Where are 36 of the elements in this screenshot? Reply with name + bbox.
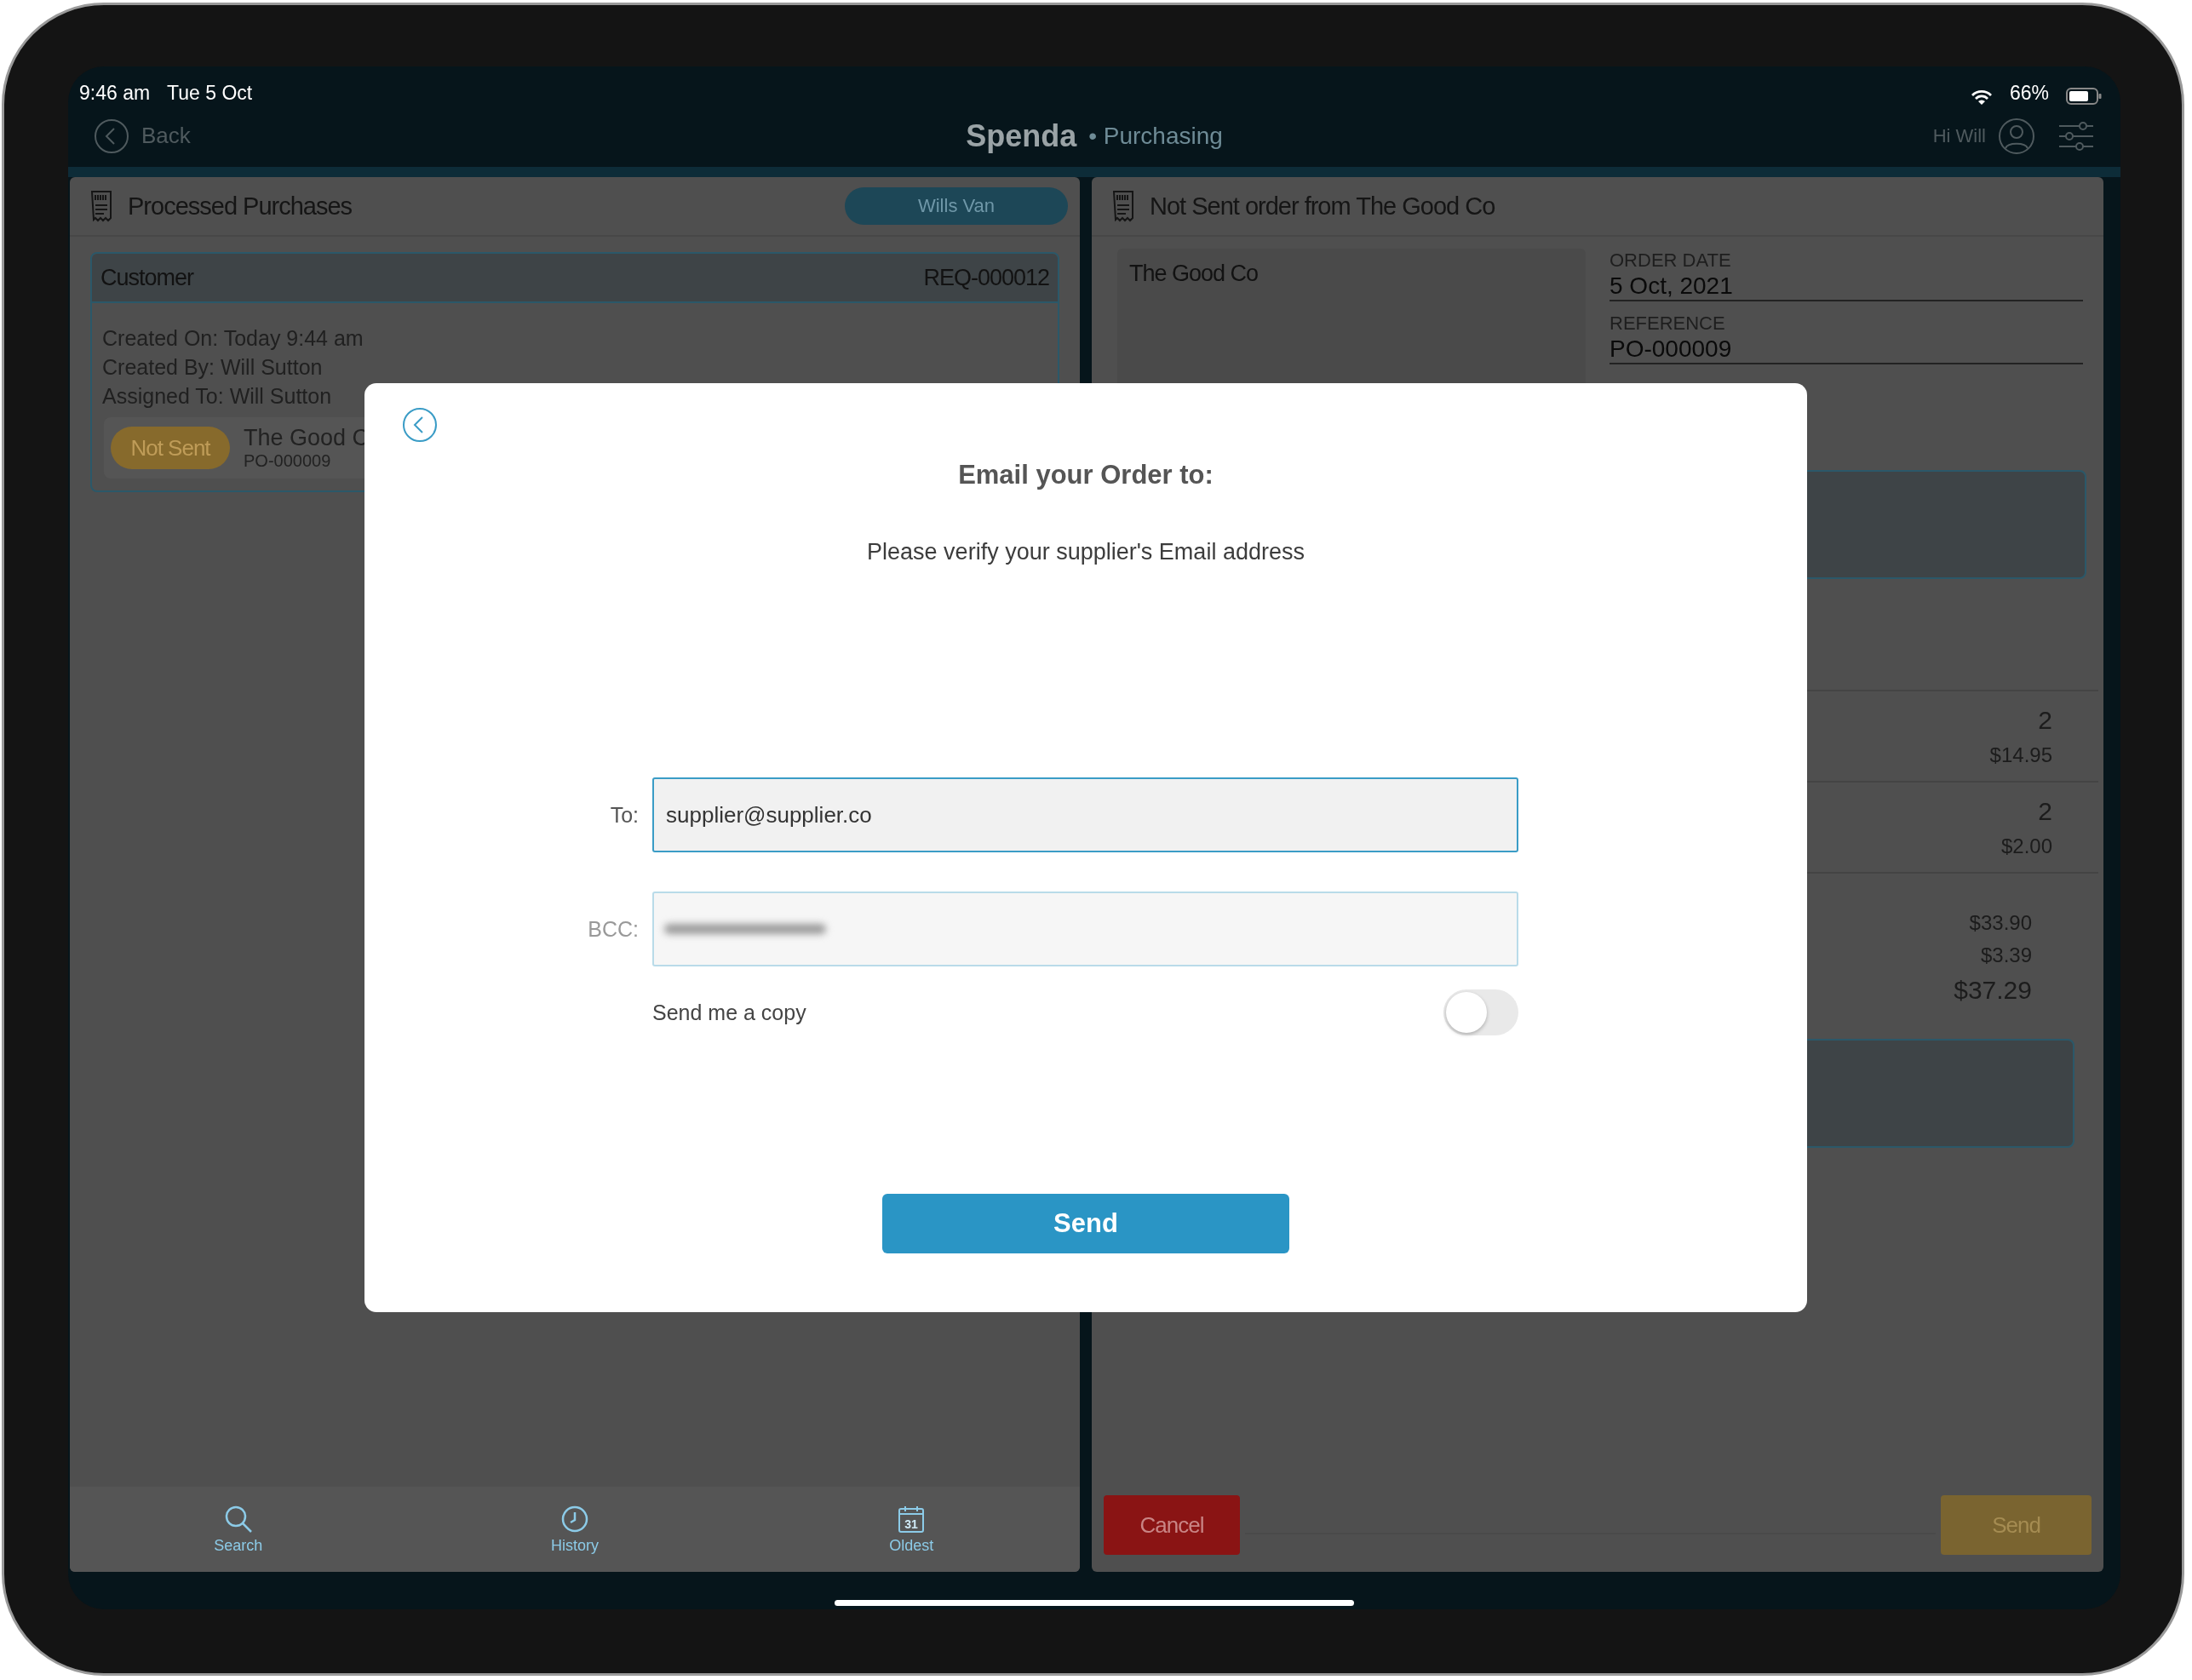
bcc-label: BCC: <box>588 916 640 942</box>
receipt-icon <box>1112 190 1134 222</box>
receipt-icon <box>90 190 112 222</box>
copy-label: Send me a copy <box>652 1000 806 1025</box>
search-icon <box>223 1504 253 1534</box>
panel-title: Processed Purchases <box>128 192 353 221</box>
back-icon[interactable] <box>94 118 129 154</box>
clock-icon <box>560 1504 589 1534</box>
back-icon <box>402 407 438 443</box>
to-field[interactable]: supplier@supplier.co <box>652 777 1518 852</box>
status-date: Tue 5 Oct <box>167 82 253 105</box>
user-icon[interactable] <box>1998 117 2035 155</box>
panel-title: Not Sent order from The Good Co <box>1150 192 1495 221</box>
greeting: Hi Will <box>1932 124 1986 147</box>
battery-percent: 66% <box>2009 82 2049 105</box>
tab-bar-item[interactable]: Search <box>70 1487 407 1572</box>
status-badge: Not Sent <box>111 427 230 469</box>
copy-toggle[interactable] <box>1443 989 1518 1035</box>
filter-button[interactable]: Wills Van <box>845 187 1068 225</box>
module-name: • Purchasing <box>1088 122 1223 150</box>
status-time: 9:46 am <box>79 82 151 105</box>
back-link[interactable]: Back <box>141 123 191 149</box>
field-value: PO-000009 <box>1610 335 2083 364</box>
to-label: To: <box>610 802 640 828</box>
battery-icon <box>2066 88 2102 105</box>
cancel-button[interactable]: Cancel <box>1104 1495 1240 1555</box>
tab-bar-item[interactable]: 31 Oldest <box>743 1487 1080 1572</box>
bcc-field[interactable] <box>652 892 1518 966</box>
send-button[interactable]: Send <box>882 1194 1289 1253</box>
back-button[interactable] <box>402 407 438 443</box>
field-value: 5 Oct, 2021 <box>1610 272 2083 301</box>
supplier-name: The Good Co <box>1129 261 1259 286</box>
tab-bar-item[interactable]: History <box>406 1487 743 1572</box>
wifi-icon <box>1970 88 1993 105</box>
dialog-subtitle: Please verify your supplier's Email address <box>867 538 1305 566</box>
brand-name: Spenda <box>966 118 1077 154</box>
